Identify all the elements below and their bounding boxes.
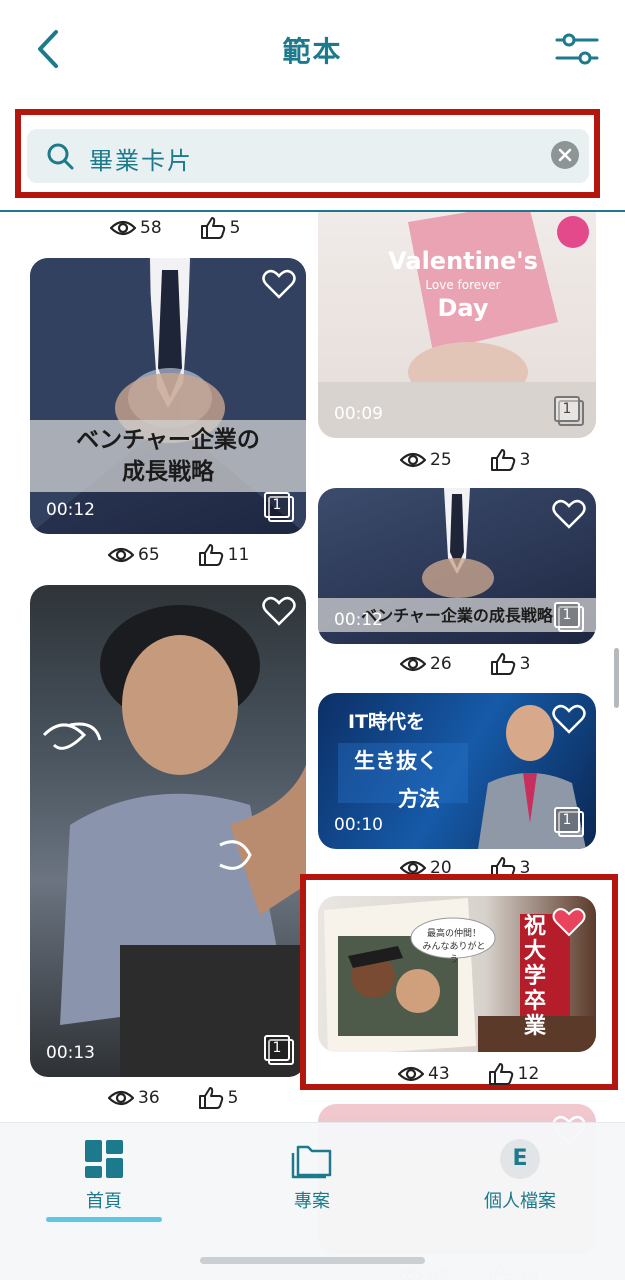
speech-bubble-line: みんなありがとう [422,942,486,965]
card-overlay-title: Valentine's [388,247,538,275]
clear-search-button[interactable] [551,141,579,169]
thumbs-up-icon [200,217,225,239]
like-count: 11 [227,545,250,565]
thumbs-up-icon [198,544,223,566]
like-count: 5 [227,1088,239,1108]
page-count-icon: 1 [554,602,584,632]
card-stats: 43 12 [398,1062,539,1086]
page-count: 1 [264,1035,290,1061]
portrait-illustration [42,605,306,1077]
header: 範本 [0,0,625,100]
tab-label: 專案 [294,1191,330,1212]
card-overlay-title: Day [437,294,489,322]
view-count: 26 [430,654,452,674]
page-count-icon: 1 [264,492,294,522]
page-title: 範本 [282,35,343,68]
page-count-icon: 1 [264,1035,294,1065]
page-count-icon: 1 [554,396,584,426]
page-count: 1 [264,492,290,518]
template-card-graduation[interactable]: 最高の仲間！ みんなありがとう 祝大学卒業 [318,896,596,1052]
like-count: 3 [519,450,531,470]
template-card-business[interactable]: ベンチャー企業の 成長戦略 00:12 1 [30,258,306,534]
thumbs-up-icon [488,1063,513,1085]
thumbs-up-icon [490,449,515,471]
sliders-icon [555,33,599,65]
page-count: 1 [554,396,580,422]
thumbs-up-icon [198,1087,223,1109]
eye-icon [110,220,136,236]
tab-label: 個人檔案 [484,1191,556,1212]
dashboard-icon [85,1140,123,1178]
template-card-valentine[interactable]: Valentine's Love forever Day 00:09 1 [318,212,596,438]
card-stats: 26 3 [400,652,530,676]
page-count: 1 [554,807,580,833]
eye-icon [108,547,134,563]
home-indicator [200,1257,425,1264]
video-duration: 00:12 [334,610,383,630]
card-stats: 36 5 [108,1086,238,1110]
eye-icon [400,452,426,468]
eye-icon [108,1090,134,1106]
speech-bubble: 最高の仲間！ みんなありがとう [419,926,489,965]
filter-button[interactable] [555,30,599,70]
page-count: 1 [554,602,580,628]
tab-projects[interactable]: 專案 [222,1139,402,1213]
view-count: 65 [138,545,160,565]
card-overlay-title: IT時代を [348,711,426,733]
search-icon [47,143,74,170]
thumbs-up-icon [490,653,515,675]
video-duration: 00:10 [334,815,383,835]
folder-icon [291,1145,332,1179]
speech-bubble-line: 最高の仲間！ [426,929,481,939]
eye-icon [398,1066,424,1082]
template-card-portrait[interactable]: 00:13 1 [30,585,306,1077]
page-count-icon: 1 [554,807,584,837]
tab-home[interactable]: 首頁 [14,1139,194,1213]
template-card-it-era[interactable]: IT時代を 生き抜く 方法 00:10 1 [318,693,596,849]
search-input[interactable]: 畢業卡片 [89,141,193,176]
like-count: 12 [517,1064,540,1084]
card-stats: 58 5 [110,216,240,240]
template-card-business-small[interactable]: ベンチャー企業の成長戦略 00:12 1 [318,488,596,644]
close-icon [558,148,572,162]
eye-icon [400,656,426,672]
view-count: 43 [428,1064,450,1084]
like-count: 5 [229,218,241,238]
scrollbar[interactable] [614,648,619,708]
heart-outline-icon[interactable] [262,268,296,300]
card-overlay-title: 方法 [398,787,440,811]
like-count: 3 [519,654,531,674]
view-count: 58 [140,218,162,238]
card-overlay-title: 生き抜く [354,749,438,773]
view-count: 36 [138,1088,160,1108]
card-overlay-title: ベンチャー企業の 成長戦略 [76,427,260,485]
card-stats: 65 11 [108,543,249,567]
card-vertical-title: 祝大学卒業 [524,913,547,1039]
video-duration: 00:13 [46,1043,95,1063]
heart-filled-icon[interactable] [552,906,586,938]
template-grid[interactable]: 58 5 ベンチャー企業の 成長戦略 00:12 1 65 11 00:13 1… [0,212,625,1280]
video-duration: 00:12 [46,500,95,520]
card-overlay-subtitle: Love forever [425,278,501,292]
view-count: 25 [430,450,452,470]
avatar: E [500,1139,540,1179]
heart-outline-icon[interactable] [552,498,586,530]
tab-label: 首頁 [86,1191,122,1212]
heart-outline-icon[interactable] [552,703,586,735]
search-field[interactable]: 畢業卡片 [27,129,589,183]
active-tab-indicator [46,1217,162,1222]
heart-outline-icon[interactable] [262,595,296,627]
card-stats: 25 3 [400,448,530,472]
video-duration: 00:09 [334,404,383,424]
tab-profile[interactable]: E 個人檔案 [430,1139,610,1213]
